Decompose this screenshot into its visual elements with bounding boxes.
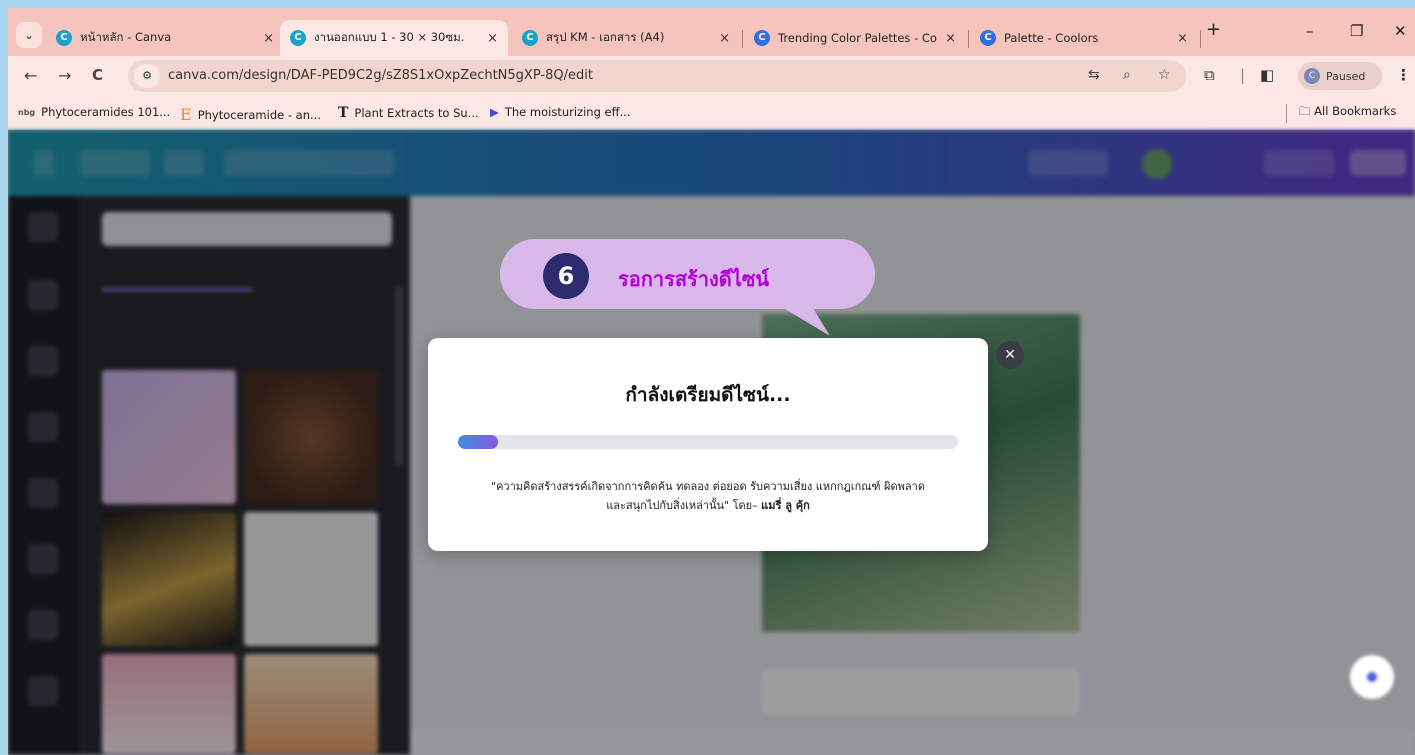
site-info-icon[interactable]: ⚙ [134,64,160,88]
all-bookmarks-label: All Bookmarks [1314,104,1397,118]
quote-author: แมรี่ ลู คุ้ก [761,499,810,512]
tab-close-icon[interactable]: × [487,31,498,46]
toolbar-divider: | [1240,66,1246,84]
step-number-badge: 6 [543,253,589,299]
tab-close-icon[interactable]: × [263,31,274,46]
dialog-quote: "ความคิดสร้างสรรค์เกิดจากการคิดค้น ทดลอง… [458,477,958,515]
tab-separator [968,30,969,48]
bookmark-item[interactable]: ▶ The moisturizing eff... [490,105,631,119]
tab-palette-coolors[interactable]: C Palette - Coolors × [970,20,1198,56]
profile-avatar: C [1304,68,1320,84]
bookmark-label: Phytoceramide - an... [197,107,321,122]
bookmarks-bar: nbg Phytoceramides 101... E Phytoceramid… [8,96,1415,130]
profile-status: Paused [1326,69,1366,83]
preparing-design-dialog: กำลังเตรียมดีไซน์... "ความคิดสร้างสรรค์เ… [428,338,988,551]
tab-close-icon[interactable]: × [719,31,730,46]
tab-separator [1200,30,1201,48]
canva-favicon-icon: C [522,30,538,46]
bookmark-star-icon[interactable]: ☆ [1158,67,1171,83]
tab-close-icon[interactable]: × [945,31,956,46]
translate-icon[interactable]: ⇆ [1088,67,1100,83]
folder-icon: 🗀 [1299,104,1315,118]
new-tab-button[interactable]: + [1206,19,1221,40]
tab-canva-home[interactable]: C หน้าหลัก - Canva × [46,20,284,56]
dialog-title: กำลังเตรียมดีไซน์... [625,384,791,406]
progress-fill [458,435,498,449]
canva-favicon-icon: C [290,30,306,46]
quote-line-1: "ความคิดสร้างสรรค์เกิดจากการคิดค้น ทดลอง… [491,480,925,493]
bookmark-label: The moisturizing eff... [504,105,631,119]
canva-favicon-icon: C [56,30,72,46]
bookmark-item[interactable]: T Plant Extracts to Su... [338,105,479,121]
url-text: canva.com/design/DAF-PED9C2g/sZ8S1xOxpZe… [168,68,593,83]
address-bar[interactable]: ⚙ canva.com/design/DAF-PED9C2g/sZ8S1xOxp… [128,60,1186,92]
extensions-icon[interactable]: ⧉ [1204,66,1215,84]
tab-title: สรุป KM - เอกสาร (A4) [546,30,665,44]
back-arrow-icon[interactable]: ← [24,66,37,85]
help-button[interactable] [1350,655,1394,699]
tab-km-doc[interactable]: C สรุป KM - เอกสาร (A4) × [512,20,740,56]
tab-strip: ⌄ C หน้าหลัก - Canva × C งานออกแบบ 1 - 3… [8,8,1415,56]
minimize-icon[interactable]: – [1306,22,1314,40]
tab-design-active[interactable]: C งานออกแบบ 1 - 30 × 30ซม. × [280,20,508,56]
bookmark-item[interactable]: nbg Phytoceramides 101... [18,105,170,119]
quote-line-2: และสนุกไปกับสิ่งเหล่านั้น" โดย– [606,499,758,512]
tab-separator [742,30,743,48]
tab-title: Palette - Coolors [1004,31,1099,45]
side-panel-icon[interactable]: ◧ [1260,66,1274,84]
dialog-close-icon[interactable]: ✕ [996,341,1024,369]
bookmark-item[interactable]: E Phytoceramide - an... [180,105,321,124]
bookmark-favicon-icon: ▶ [490,105,499,119]
tab-title: งานออกแบบ 1 - 30 × 30ซม. [314,30,465,44]
restore-icon[interactable]: ❐ [1350,22,1363,40]
profile-button[interactable]: C Paused [1298,62,1382,90]
zoom-icon[interactable]: ⌕ [1123,67,1131,83]
bookmark-favicon-icon: nbg [18,107,36,117]
bookmark-label: Plant Extracts to Su... [354,106,479,120]
coolors-favicon-icon: C [980,30,996,46]
progress-track [458,435,958,449]
tab-title: Trending Color Palettes - Co [778,31,937,45]
coolors-favicon-icon: C [754,30,770,46]
step-callout: 6 รอการสร้างดีไซน์ [500,239,875,309]
address-toolbar: ← → C ⚙ canva.com/design/DAF-PED9C2g/sZ8… [8,56,1415,96]
bookmark-favicon-icon: E [180,105,192,124]
tab-search-chevron-icon[interactable]: ⌄ [16,22,42,48]
reload-icon[interactable]: C [92,66,103,84]
tab-close-icon[interactable]: × [1177,31,1188,46]
bookmark-label: Phytoceramides 101... [41,105,171,119]
tab-title: หน้าหลัก - Canva [80,30,172,44]
window-close-icon[interactable]: ✕ [1394,22,1407,40]
all-bookmarks-button[interactable]: 🗀 All Bookmarks [1286,104,1396,123]
tab-color-palettes[interactable]: C Trending Color Palettes - Co × [744,20,966,56]
forward-arrow-icon[interactable]: → [58,66,71,85]
bookmark-favicon-icon: T [338,105,349,121]
browser-menu-icon[interactable]: ⋮ [1396,66,1411,84]
step-callout-text: รอการสร้างดีไซน์ [618,267,770,291]
